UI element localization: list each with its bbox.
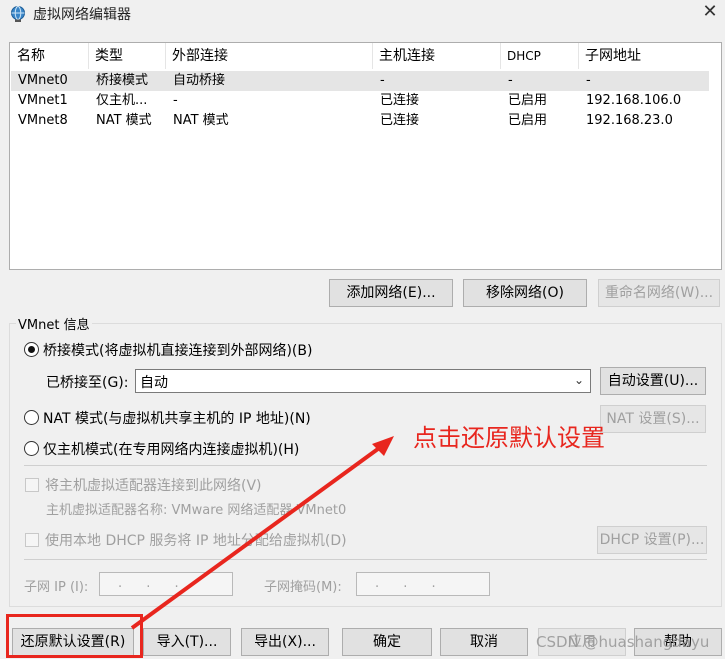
watermark: CSDN @huashangdayu [536, 633, 710, 651]
column-header-external[interactable]: 外部连接 [166, 43, 373, 69]
column-header-name[interactable]: 名称 [11, 43, 89, 69]
cell-subnet: 192.168.106.0 [586, 93, 682, 108]
bridge-mode-radio[interactable] [24, 342, 39, 357]
divider [24, 559, 707, 560]
cell-external: NAT 模式 [173, 113, 229, 128]
table-row[interactable]: VMnet1 仅主机... - 已连接 已启用 192.168.106.0 [11, 91, 709, 111]
network-globe-icon [11, 6, 25, 22]
import-button[interactable]: 导入(T)... [143, 628, 231, 656]
cancel-button[interactable]: 取消 [440, 628, 528, 656]
cell-dhcp: - [508, 73, 513, 88]
chevron-down-icon: ⌄ [573, 373, 584, 387]
nat-mode-radio[interactable] [24, 410, 39, 425]
cell-subnet: 192.168.23.0 [586, 113, 673, 128]
bridged-to-select[interactable]: 自动 ⌄ [135, 369, 591, 393]
bridge-mode-label: 桥接模式(将虚拟机直接连接到外部网络)(B) [43, 343, 313, 359]
cell-host: 已连接 [380, 113, 420, 128]
title-bar: 虚拟网络编辑器 ✕ [0, 0, 725, 28]
rename-network-button[interactable]: 重命名网络(W)... [598, 279, 720, 307]
column-header-host[interactable]: 主机连接 [373, 43, 501, 69]
host-only-radio[interactable] [24, 441, 39, 456]
annotation-highlight-box [6, 614, 143, 658]
close-icon[interactable]: ✕ [696, 0, 724, 26]
dhcp-settings-button[interactable]: DHCP 设置(P)... [597, 526, 707, 554]
host-only-label: 仅主机模式(在专用网络内连接虚拟机)(H) [43, 442, 300, 458]
ok-button[interactable]: 确定 [342, 628, 432, 656]
nat-mode-label: NAT 模式(与虚拟机共享主机的 IP 地址)(N) [43, 411, 311, 427]
vmnet-info-title: VMnet 信息 [16, 314, 92, 333]
cell-external: - [173, 93, 178, 108]
cell-name: VMnet8 [18, 113, 68, 128]
adapter-name-label: 主机虚拟适配器名称: VMware 网络适配器 VMnet0 [46, 503, 347, 518]
remove-network-button[interactable]: 移除网络(O) [463, 279, 587, 307]
column-header-subnet[interactable]: 子网地址 [579, 43, 722, 69]
column-header-type[interactable]: 类型 [89, 43, 166, 69]
dhcp-checkbox[interactable] [25, 533, 39, 547]
cell-external: 自动桥接 [173, 73, 226, 88]
table-row[interactable]: VMnet0 桥接模式 自动桥接 - - - [11, 71, 709, 91]
connect-adapter-checkbox[interactable] [25, 478, 39, 492]
subnet-mask-label: 子网掩码(M): [264, 580, 342, 595]
dhcp-label: 使用本地 DHCP 服务将 IP 地址分配给虚拟机(D) [45, 533, 347, 549]
add-network-button[interactable]: 添加网络(E)... [329, 279, 453, 307]
export-button[interactable]: 导出(X)... [241, 628, 329, 656]
subnet-ip-input[interactable]: . . . [99, 572, 233, 596]
cell-subnet: - [586, 73, 591, 88]
connect-adapter-label: 将主机虚拟适配器连接到此网络(V) [45, 478, 262, 494]
cell-type: 仅主机... [96, 93, 148, 108]
cell-host: - [380, 73, 385, 88]
cell-dhcp: 已启用 [508, 93, 548, 108]
cell-name: VMnet1 [18, 93, 68, 108]
cell-host: 已连接 [380, 93, 420, 108]
column-header-dhcp[interactable]: DHCP [501, 43, 579, 69]
subnet-mask-input[interactable]: . . . [356, 572, 490, 596]
cell-dhcp: 已启用 [508, 113, 548, 128]
annotation-text: 点击还原默认设置 [413, 424, 605, 452]
cell-type: NAT 模式 [96, 113, 152, 128]
network-list[interactable]: 名称 类型 外部连接 主机连接 DHCP 子网地址 VMnet0 桥接模式 自动… [9, 42, 722, 270]
divider [24, 465, 707, 466]
cell-name: VMnet0 [18, 73, 68, 88]
bridged-to-value: 自动 [140, 375, 168, 391]
cell-type: 桥接模式 [96, 73, 149, 88]
window-title: 虚拟网络编辑器 [33, 7, 131, 23]
auto-settings-button[interactable]: 自动设置(U)... [600, 367, 706, 395]
nat-settings-button[interactable]: NAT 设置(S)... [600, 405, 706, 433]
bridged-to-label: 已桥接至(G): [46, 375, 129, 391]
subnet-ip-label: 子网 IP (I): [24, 580, 89, 595]
table-row[interactable]: VMnet8 NAT 模式 NAT 模式 已连接 已启用 192.168.23.… [11, 111, 709, 131]
